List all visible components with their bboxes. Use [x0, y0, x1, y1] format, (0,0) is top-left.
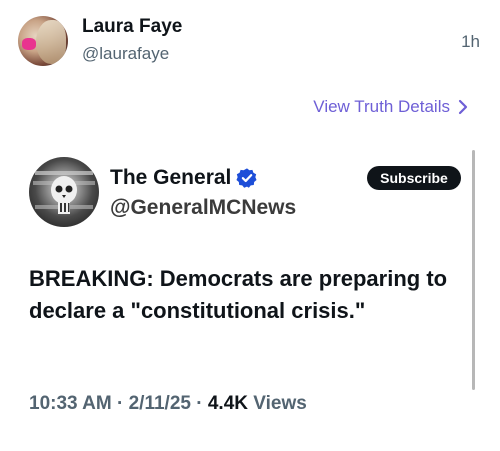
avatar-hair — [36, 20, 66, 64]
skull-flag-icon — [33, 171, 95, 214]
post-header: Laura Faye @laurafaye 1h — [18, 14, 484, 70]
chevron-right-icon — [458, 99, 468, 115]
view-details-link[interactable]: View Truth Details — [313, 97, 470, 117]
embedded-post-time: 10:33 AM — [29, 393, 112, 414]
embedded-post-meta: 10:33 AM · 2/11/25 · 4.4K Views — [29, 393, 307, 415]
author-name[interactable]: Laura Faye — [82, 16, 182, 38]
meta-separator: · — [117, 393, 124, 414]
post-timestamp: 1h — [461, 32, 480, 51]
embedded-author-name[interactable]: The General — [110, 166, 231, 190]
view-details-label: View Truth Details — [313, 97, 450, 116]
embedded-post-date: 2/11/25 — [128, 393, 191, 414]
author-handle[interactable]: @laurafaye — [82, 44, 169, 64]
author-avatar[interactable] — [18, 16, 68, 66]
embedded-author-avatar[interactable] — [29, 157, 99, 227]
embedded-author-handle[interactable]: @GeneralMCNews — [110, 196, 296, 220]
embedded-post-text: BREAKING: Democrats are preparing to dec… — [29, 266, 448, 323]
avatar-accent — [22, 38, 36, 50]
embedded-post-card[interactable]: The General @GeneralMCNews Subscribe BRE… — [16, 150, 476, 440]
embedded-name-row: The General — [110, 166, 258, 190]
meta-separator: · — [196, 393, 203, 414]
card-scrollbar[interactable] — [472, 150, 475, 390]
subscribe-button[interactable]: Subscribe — [367, 166, 461, 190]
embedded-views-label: Views — [253, 393, 307, 414]
embedded-views-count: 4.4K — [207, 393, 248, 414]
verified-badge-icon — [236, 168, 257, 188]
